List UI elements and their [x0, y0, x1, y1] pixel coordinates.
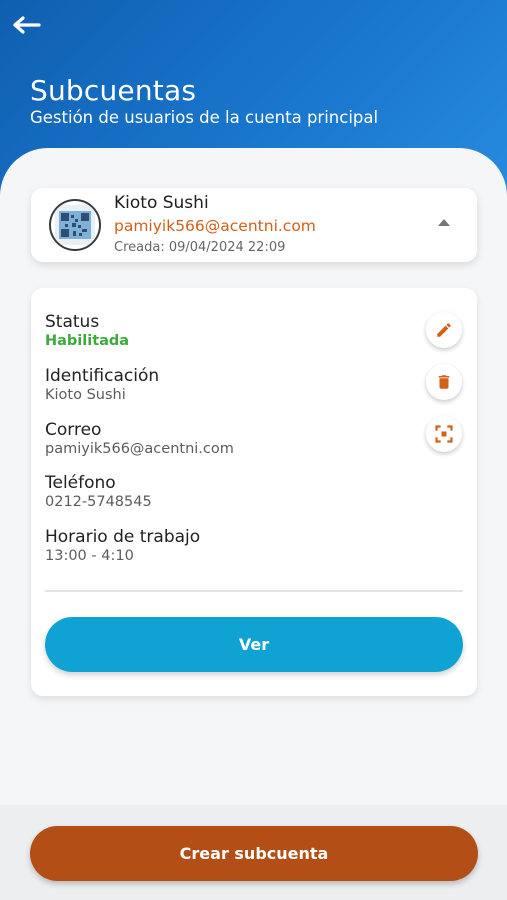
working-hours-label: Horario de trabajo [45, 527, 201, 547]
email-field: Correo pamiyik566@acentni.com [45, 420, 234, 459]
page-title: Subcuentas [30, 74, 197, 107]
email-value: pamiyik566@acentni.com [45, 441, 234, 457]
edit-icon [437, 323, 451, 337]
scan-button[interactable] [426, 416, 462, 452]
avatar [49, 199, 101, 251]
delete-button[interactable] [426, 364, 462, 400]
back-button[interactable] [10, 10, 44, 40]
scan-icon [435, 425, 453, 443]
divider [45, 590, 463, 592]
caret-up-icon[interactable] [438, 219, 450, 226]
delete-icon [438, 375, 450, 389]
arrow-left-icon [13, 16, 41, 34]
edit-button[interactable] [426, 312, 462, 348]
account-details-card: Status Habilitada Identificación Kioto S… [31, 288, 477, 696]
account-created-date: Creada: 09/04/2024 22:09 [114, 240, 286, 255]
email-label: Correo [45, 420, 102, 440]
page-subtitle: Gestión de usuarios de la cuenta princip… [30, 108, 379, 127]
identification-label: Identificación [45, 366, 160, 386]
working-hours-value: 13:00 - 4:10 [45, 548, 134, 564]
identification-field: Identificación Kioto Sushi [45, 366, 159, 405]
status-value: Habilitada [45, 333, 130, 349]
view-button[interactable]: Ver [45, 617, 463, 672]
identification-value: Kioto Sushi [45, 387, 126, 403]
status-label: Status [45, 312, 100, 332]
phone-field: Teléfono 0212-5748545 [45, 473, 152, 512]
working-hours-field: Horario de trabajo 13:00 - 4:10 [45, 527, 200, 566]
account-email: pamiyik566@acentni.com [114, 217, 316, 235]
qr-code-icon [55, 205, 95, 245]
phone-value: 0212-5748545 [45, 494, 152, 510]
account-card[interactable]: Kioto Sushi pamiyik566@acentni.com Cread… [31, 188, 477, 262]
status-field: Status Habilitada [45, 312, 129, 351]
account-name: Kioto Sushi [114, 193, 209, 213]
create-subaccount-button[interactable]: Crear subcuenta [30, 826, 478, 881]
phone-label: Teléfono [45, 473, 116, 493]
